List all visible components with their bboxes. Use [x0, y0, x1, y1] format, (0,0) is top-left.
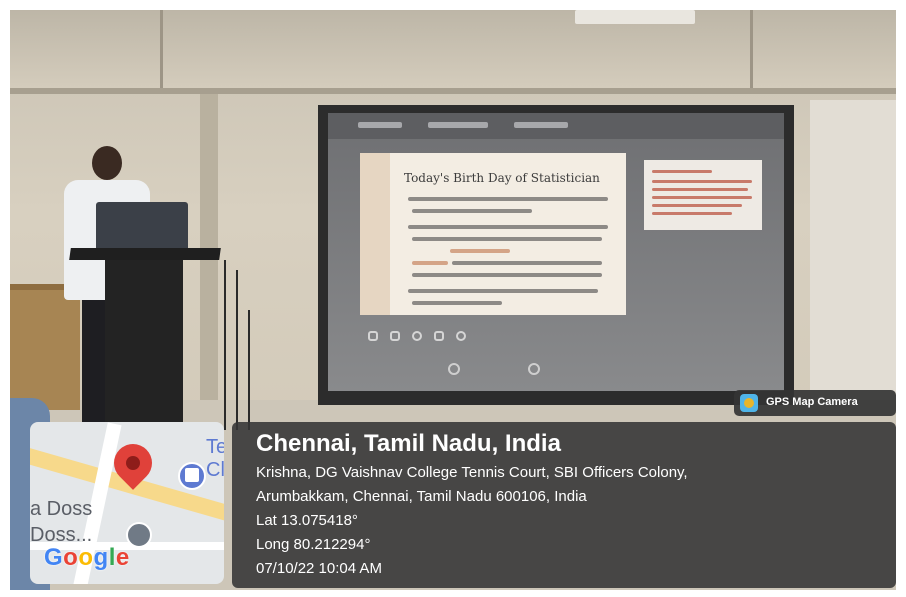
- right-wall-panel: [810, 100, 896, 400]
- wooden-cabinet: [10, 290, 80, 410]
- gps-info-panel: Chennai, Tamil Nadu, India Krishna, DG V…: [232, 422, 896, 588]
- previous-slide-icon: [448, 363, 460, 375]
- slide-text-line: [412, 301, 502, 305]
- location-map-thumbnail: Te Cl a Doss Doss... Google: [30, 422, 224, 584]
- slide-text-line: [412, 209, 532, 213]
- location-title: Chennai, Tamil Nadu, India: [256, 430, 561, 457]
- ceiling-light: [575, 10, 695, 24]
- presentation-slide: Today's Birth Day of Statistician: [360, 153, 626, 315]
- address-line-2: Arumbakkam, Chennai, Tamil Nadu 600106, …: [256, 488, 587, 505]
- podium: [105, 260, 183, 440]
- podium-top: [69, 248, 221, 260]
- pen-icon: [368, 331, 378, 341]
- note-line: [652, 188, 748, 191]
- slide-title: Today's Birth Day of Statistician: [404, 171, 600, 185]
- cable: [224, 260, 226, 430]
- laptop: [96, 202, 188, 254]
- gps-map-camera-badge: GPS Map Camera: [734, 390, 896, 416]
- ceiling-beam: [160, 10, 163, 88]
- slide-text-line: [412, 273, 602, 277]
- slide-text-line: [408, 225, 608, 229]
- shopping-bag-icon-glyph: [185, 468, 199, 482]
- note-line: [652, 212, 732, 215]
- ceiling: [10, 10, 896, 88]
- slide-stripe: [360, 153, 390, 315]
- slide-link-line: [412, 261, 448, 265]
- cable: [248, 310, 250, 430]
- next-slide-icon: [528, 363, 540, 375]
- more-icon: [456, 331, 466, 341]
- pointer-icon: [434, 331, 444, 341]
- slide-text-line: [408, 197, 608, 201]
- presenter-toolbar: [328, 113, 784, 139]
- timestamp: 07/10/22 10:04 AM: [256, 560, 382, 577]
- speaker-notes-panel: [644, 160, 762, 230]
- map-place-label: a Doss: [30, 498, 93, 520]
- toolbar-item: [514, 122, 568, 128]
- gps-camera-app-icon-dot: [744, 398, 754, 408]
- note-line: [652, 196, 752, 199]
- google-logo-letter: g: [93, 544, 109, 571]
- slide-link-line: [450, 249, 510, 253]
- zoom-icon: [412, 331, 422, 341]
- map-place-label: Te Cl: [206, 436, 224, 481]
- toolbar-item: [428, 122, 488, 128]
- slide-navigation: [448, 363, 548, 377]
- badge-label: GPS Map Camera: [766, 396, 858, 408]
- note-line: [652, 180, 752, 183]
- slide-tools: [368, 331, 478, 343]
- slides-icon: [390, 331, 400, 341]
- google-logo: Google: [44, 544, 130, 572]
- note-line: [652, 170, 712, 173]
- cable: [236, 270, 238, 430]
- ceiling-edge: [10, 88, 896, 94]
- ceiling-beam: [750, 10, 753, 88]
- google-logo-letter: G: [44, 544, 64, 571]
- projector-screen: Today's Birth Day of Statistician: [328, 113, 784, 391]
- toolbar-item: [358, 122, 402, 128]
- latitude: Lat 13.075418°: [256, 512, 358, 529]
- note-line: [652, 204, 742, 207]
- google-logo-letter: l: [108, 544, 116, 571]
- slide-text-line: [408, 289, 598, 293]
- speaker-head: [92, 146, 122, 180]
- google-logo-letter: e: [115, 544, 130, 571]
- address-line-1: Krishna, DG Vaishnav College Tennis Cour…: [256, 464, 688, 481]
- slide-text-line: [412, 237, 602, 241]
- google-logo-letter: o: [63, 544, 79, 571]
- google-logo-letter: o: [78, 544, 94, 571]
- slide-text-line: [452, 261, 602, 265]
- longitude: Long 80.212294°: [256, 536, 371, 553]
- location-pin-center: [126, 456, 140, 470]
